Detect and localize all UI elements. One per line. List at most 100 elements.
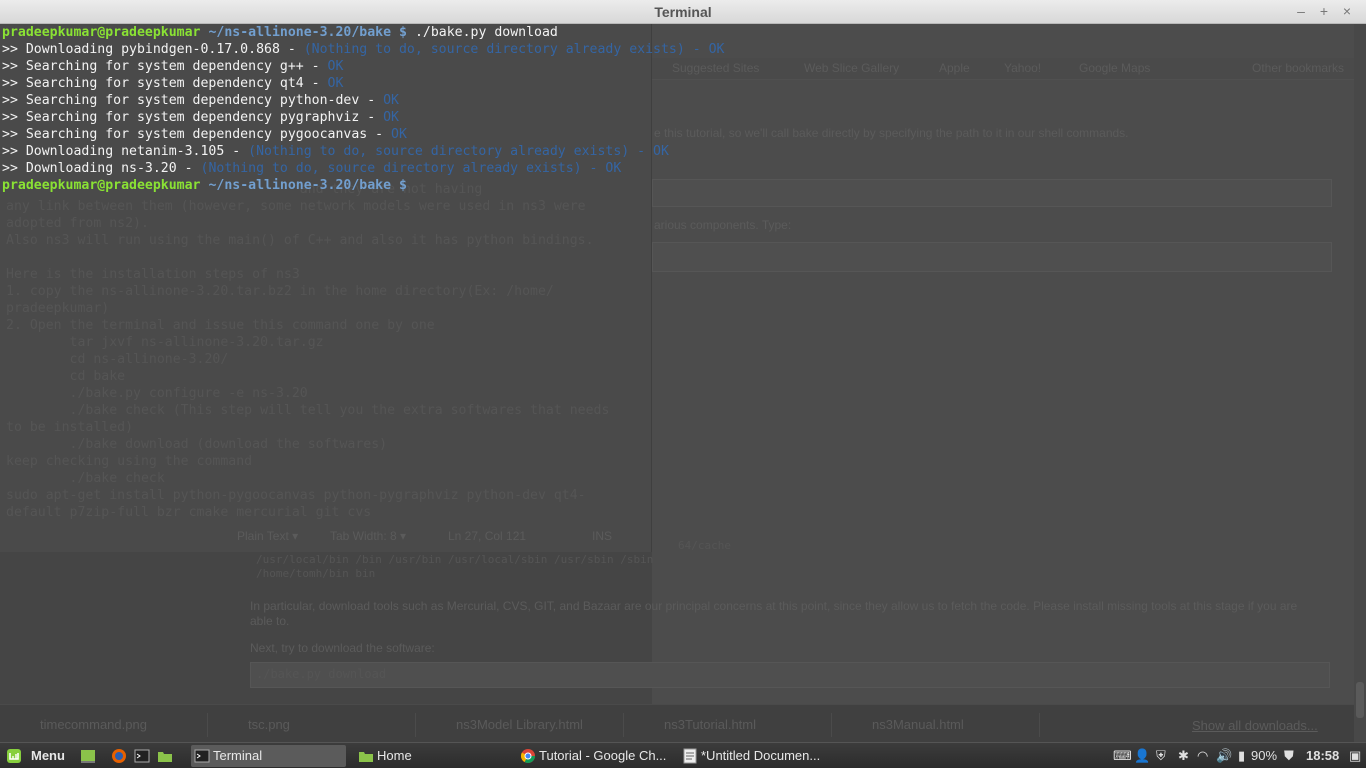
download-item[interactable]: ns3Tutorial.html [624,713,832,737]
menu-label: Menu [31,748,65,763]
editor-line: cd ns-allinone-3.20/ [6,352,229,367]
page-paragraph: able to. [250,614,290,628]
editor-line: cd bake [6,369,126,384]
editor-line: default p7zip-full bzr cmake mercurial g… [6,505,372,520]
download-item[interactable]: timecommand.png [0,713,208,737]
code-block [250,662,1330,688]
terminal-icon [194,749,210,763]
page-text: arious components. Type: [654,218,792,232]
volume-icon[interactable]: 🔊 [1216,747,1232,765]
update-manager-icon[interactable]: ⛨ [1156,747,1166,765]
download-item[interactable]: tsc.png [208,713,416,737]
window-title: Terminal [654,4,712,20]
editor-line: 1. copy the ns-allinone-3.20.tar.bz2 in … [6,284,554,299]
prompt-user: pradeepkumar@pradeepkumar [2,178,201,193]
page-paragraph: In particular, download tools such as Me… [250,599,1298,613]
maximize-button[interactable]: + [1315,3,1333,19]
taskbar-window-terminal[interactable]: Terminal [191,745,346,767]
clock[interactable]: 18:58 [1306,747,1339,765]
output-line: >> Downloading pybindgen-0.17.0.868 - (N… [2,41,725,58]
output-status: OK [327,59,344,74]
files-launcher[interactable] [157,745,177,767]
chrome-icon [520,749,535,763]
editor-line: keep checking using the command [6,454,253,469]
battery-icon[interactable]: ▮ [1238,747,1245,765]
prompt-symbol: $ [399,178,407,193]
desktop-icon [81,750,95,763]
output-text: >> Searching for system dependency qt4 - [2,76,328,91]
output-line: >> Downloading ns-3.20 - (Nothing to do,… [2,160,621,177]
prompt-path: ~/ns-allinone-3.20/bake [208,178,392,193]
path-output: 64/cache [678,539,731,552]
prompt-line: pradeepkumar@pradeepkumar ~/ns-allinone-… [2,177,407,194]
output-text: >> Searching for system dependency pygra… [2,110,384,125]
output-line: >> Searching for system dependency pytho… [2,92,399,109]
text-editor-icon [683,748,697,764]
output-text: >> Downloading pybindgen-0.17.0.868 - [2,42,304,57]
folder-icon [158,752,172,762]
page-paragraph: Next, try to download the software: [250,641,435,655]
show-all-downloads-link[interactable]: Show all downloads... [1192,718,1318,733]
downloads-bar: timecommand.png tsc.png ns3Model Library… [0,704,1366,742]
minimize-button[interactable]: – [1292,3,1310,19]
output-text: >> Downloading ns-3.20 - [2,161,201,176]
firefox-icon [112,749,126,763]
editor-line: ./bake download (download the softwares) [6,437,388,452]
download-item[interactable]: ns3Manual.html [832,713,1040,737]
shield-icon[interactable]: ⛊ [1284,747,1294,765]
output-text: >> Downloading netanim-3.105 - [2,144,249,159]
prompt-line: pradeepkumar@pradeepkumar ~/ns-allinone-… [2,24,558,41]
output-line: >> Searching for system dependency pygoo… [2,126,407,143]
code-text: ./bake.py download [256,667,387,681]
output-status: OK [391,127,407,142]
show-desktop-launcher[interactable] [80,745,100,767]
terminal-icon [134,749,150,763]
terminal-launcher[interactable] [134,745,154,767]
editor-line: adopted from ns2). [6,216,149,231]
bluetooth-icon[interactable]: ✱ [1178,747,1189,765]
output-line: >> Searching for system dependency pygra… [2,109,399,126]
download-item[interactable]: ns3Model Library.html [416,713,624,737]
network-icon[interactable]: ◠ [1197,747,1208,765]
taskbar-window-home[interactable]: Home [355,745,510,767]
output-status: (Nothing to do, source directory already… [200,161,622,176]
output-status: OK [383,93,399,108]
path-output: /usr/local/bin /bin /usr/bin /usr/local/… [256,553,654,566]
editor-line: ./bake check (This step will tell you th… [6,403,610,418]
editor-line: 2. Open the terminal and issue this comm… [6,318,435,333]
prompt-path: ~/ns-allinone-3.20/bake [208,25,392,40]
editor-line: to be installed) [6,420,134,435]
output-line: >> Downloading netanim-3.105 - (Nothing … [2,143,669,160]
editor-line: sudo apt-get install python-pygoocanvas … [6,488,586,503]
mint-logo-icon [7,749,21,763]
output-status: (Nothing to do, source directory already… [303,42,725,57]
scrollbar-thumb[interactable] [1356,682,1364,718]
output-status: OK [327,76,344,91]
output-status: OK [383,110,399,125]
keyboard-icon[interactable]: ⌨ [1113,747,1132,765]
close-button[interactable]: × [1338,3,1356,19]
show-desktop-icon[interactable]: ▣ [1349,747,1361,765]
window-label: Tutorial - Google Ch... [539,748,667,763]
firefox-launcher[interactable] [111,745,131,767]
menu-button[interactable]: Menu [4,745,70,767]
prompt-symbol: $ [399,25,407,40]
output-line: >> Searching for system dependency g++ -… [2,58,343,75]
terminal-output[interactable]: pradeepkumar@pradeepkumar ~/ns-allinone-… [0,24,1366,194]
taskbar-window-editor[interactable]: *Untitled Documen... [679,745,834,767]
battery-percent: 90% [1251,748,1278,763]
user-icon[interactable]: 👤 [1134,747,1150,765]
editor-line: any link between them (however, some net… [6,199,586,214]
editor-line: tar jxvf ns-allinone-3.20.tar.gz [6,335,324,350]
prompt-user: pradeepkumar@pradeepkumar [2,25,201,40]
output-status: (Nothing to do, source directory already… [248,144,669,159]
folder-icon [359,752,373,762]
taskbar: Menu Terminal Home Tutorial - Google Ch.… [0,742,1366,768]
output-text: >> Searching for system dependency pytho… [2,93,384,108]
output-text: >> Searching for system dependency pygoo… [2,127,392,142]
window-label: *Untitled Documen... [701,748,821,763]
output-text: >> Searching for system dependency g++ - [2,59,328,74]
editor-line: pradeepkumar) [6,301,110,316]
taskbar-window-chrome[interactable]: Tutorial - Google Ch... [517,745,672,767]
editor-line: Here is the installation steps of ns3 [6,267,300,282]
